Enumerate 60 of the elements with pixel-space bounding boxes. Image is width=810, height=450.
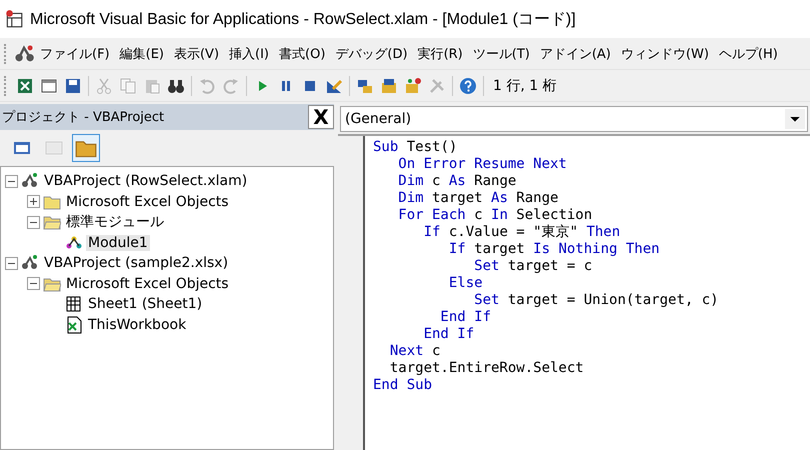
app-icon [4,9,24,29]
form-view-icon [45,139,63,157]
menu-item[interactable]: 表示(V) [168,44,224,62]
code-line: If target Is Nothing Then [448,241,661,258]
menu-item[interactable]: ヘルプ(H) [714,44,783,62]
code-line: End Sub [373,377,434,394]
code-line: Set target = c [473,258,594,275]
undo-icon [198,76,216,94]
panel-title: プロジェクト - VBAProject [1,109,164,126]
close-button[interactable]: X [308,105,334,129]
collapse-toggle[interactable] [5,174,18,188]
menu-item[interactable]: アドイン(A) [534,44,616,62]
tree-item[interactable]: 標準モジュール [64,213,166,232]
view-button[interactable] [72,134,100,162]
code-line: End If [422,326,476,343]
tree-item[interactable]: Module1 [86,234,150,251]
code-line: Else [448,275,484,292]
menu-item[interactable]: 挿入(I) [224,44,274,62]
tree-item[interactable]: Microsoft Excel Objects [64,194,231,210]
collapse-toggle[interactable] [27,216,40,229]
copy-icon [119,76,137,94]
collapse-toggle[interactable] [27,277,40,290]
cut-icon [95,76,113,94]
tree-item[interactable]: VBAProject (RowSelect.xlam) [42,173,250,190]
help-icon [459,76,477,94]
menu-item[interactable]: 実行(R) [412,44,468,62]
tree-item[interactable]: ThisWorkbook [86,316,188,333]
tree-item[interactable]: Microsoft Excel Objects [64,276,231,292]
sheet-icon [65,295,83,314]
code-line: target.EntireRow.Select [388,360,585,377]
menu-item[interactable]: ツール(T) [468,44,535,62]
code-line: Set target = Union(target, c) [473,292,719,309]
code-line: For Each c In Selection [397,207,594,224]
code-line: Dim target As Range [397,190,560,207]
workbook-icon [65,316,83,334]
code-view-icon [13,139,31,157]
menu-item[interactable]: ウィンドウ(W) [616,44,714,62]
vba-icon [13,42,35,64]
spreadsheet-icon [16,76,34,94]
menu-item[interactable]: 書式(O) [274,44,330,62]
window-title: Microsoft Visual Basic for Applications - RowSelect.xlam - [Module1 (コード)] [30,10,576,30]
code-line: On Error Resume Next [397,156,568,173]
cursor-position: 1 行, 1 桁 [493,76,557,94]
form-icon [40,76,58,94]
menu-item[interactable]: 編集(E) [114,44,169,62]
code-line: If c.Value = "東京" Then [422,224,622,241]
code-line: Sub Test() [373,139,458,156]
menu-item[interactable]: ファイル(F) [35,44,115,62]
menu-item[interactable]: デバッグ(D) [330,44,413,62]
expand-toggle[interactable] [27,195,40,208]
tools-icon [428,76,446,94]
redo-icon [222,76,240,94]
code-line: Dim c As Range [397,173,518,190]
collapse-toggle[interactable] [5,256,18,270]
object-dropdown[interactable]: (General) [340,106,808,132]
code-line: Next c [388,343,442,360]
save-icon [64,76,82,94]
tree-item[interactable]: Sheet1 (Sheet1) [86,296,204,312]
code-line: End If [439,309,492,326]
tree-item[interactable]: VBAProject (sample2.xlsx) [42,255,230,272]
